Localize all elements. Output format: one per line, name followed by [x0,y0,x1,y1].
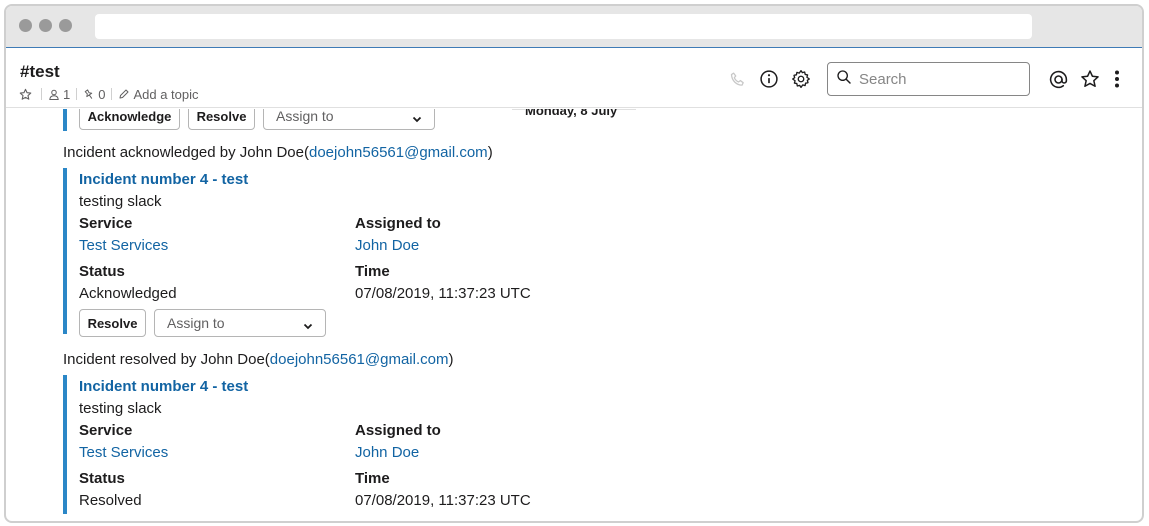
assignee-link[interactable]: John Doe [355,444,419,461]
service-link[interactable]: Test Services [79,444,168,461]
assign-select-value: Assign to [167,315,225,331]
incident-title-link[interactable]: Incident number 4 - test [79,171,248,188]
star-outline-icon[interactable] [19,88,32,101]
field-label-service: Service [79,215,133,232]
field-label-time: Time [355,263,390,280]
acknowledge-button[interactable]: Acknowledge [79,109,180,130]
phone-icon[interactable] [721,63,753,95]
chevron-down-icon [303,318,313,334]
pin-count[interactable]: 0 [98,87,105,102]
info-icon[interactable] [753,63,785,95]
field-label-time: Time [355,470,390,487]
assignee-link[interactable]: John Doe [355,237,419,254]
incident-title-link[interactable]: Incident number 4 - test [79,378,248,395]
search-icon [836,69,852,90]
chevron-down-icon [412,111,422,127]
meta-divider [111,88,113,100]
window-minimize-dot[interactable] [39,19,52,32]
member-icon [48,88,60,101]
message-list[interactable]: Acknowledge Resolve Assign to Monday, 8 … [6,109,1142,521]
status-value: Acknowledged [79,285,177,302]
star-icon[interactable] [1074,63,1106,95]
channel-meta: 1 0 Add a topic [19,86,199,102]
header-toolbar [721,62,1128,96]
resolve-button[interactable]: Resolve [188,109,255,130]
field-label-status: Status [79,470,125,487]
channel-name[interactable]: #test [20,62,60,82]
service-link[interactable]: Test Services [79,237,168,254]
message-suffix: ) [448,351,454,368]
browser-chrome [6,6,1142,48]
assign-select[interactable]: Assign to [154,309,326,337]
member-count[interactable]: 1 [63,87,70,102]
email-link[interactable]: doejohn56561@gmail.com [270,351,449,368]
window-zoom-dot[interactable] [59,19,72,32]
at-icon[interactable] [1042,63,1074,95]
more-icon[interactable] [1106,63,1128,95]
field-label-assigned: Assigned to [355,422,441,439]
message-suffix: ) [487,144,493,161]
field-label-assigned: Assigned to [355,215,441,232]
gear-icon[interactable] [785,63,817,95]
time-value: 07/08/2019, 11:37:23 UTC [355,492,531,509]
email-link[interactable]: doejohn56561@gmail.com [309,144,488,161]
date-divider[interactable]: Monday, 8 July [525,109,618,118]
assign-select-value: Assign to [276,109,334,124]
attachment-bar [63,109,67,131]
attachment-bar [63,168,67,334]
channel-header: #test 1 0 Add a topic [6,49,1142,108]
browser-window: #test 1 0 Add a topic Search Acknowledge… [4,4,1144,523]
attachment-bar [63,375,67,514]
message-text: Incident acknowledged by John Doe(doejoh… [63,144,493,161]
attachment-text: testing slack [79,193,162,210]
pencil-icon [118,88,130,100]
meta-divider [41,88,42,100]
time-value: 07/08/2019, 11:37:23 UTC [355,285,531,302]
window-close-dot[interactable] [19,19,32,32]
field-label-status: Status [79,263,125,280]
message-prefix: Incident acknowledged by John Doe( [63,144,309,161]
resolve-button[interactable]: Resolve [79,309,146,337]
attachment-text: testing slack [79,400,162,417]
field-label-service: Service [79,422,133,439]
message-text: Incident resolved by John Doe(doejohn565… [63,351,453,368]
message-prefix: Incident resolved by John Doe( [63,351,270,368]
search-box[interactable] [827,62,1030,96]
assign-select[interactable]: Assign to [263,109,435,130]
pin-icon [83,88,95,101]
add-topic-link[interactable]: Add a topic [133,87,198,102]
search-input[interactable] [859,70,1019,88]
meta-divider [76,88,78,100]
status-value: Resolved [79,492,142,509]
address-bar[interactable] [95,14,1032,39]
